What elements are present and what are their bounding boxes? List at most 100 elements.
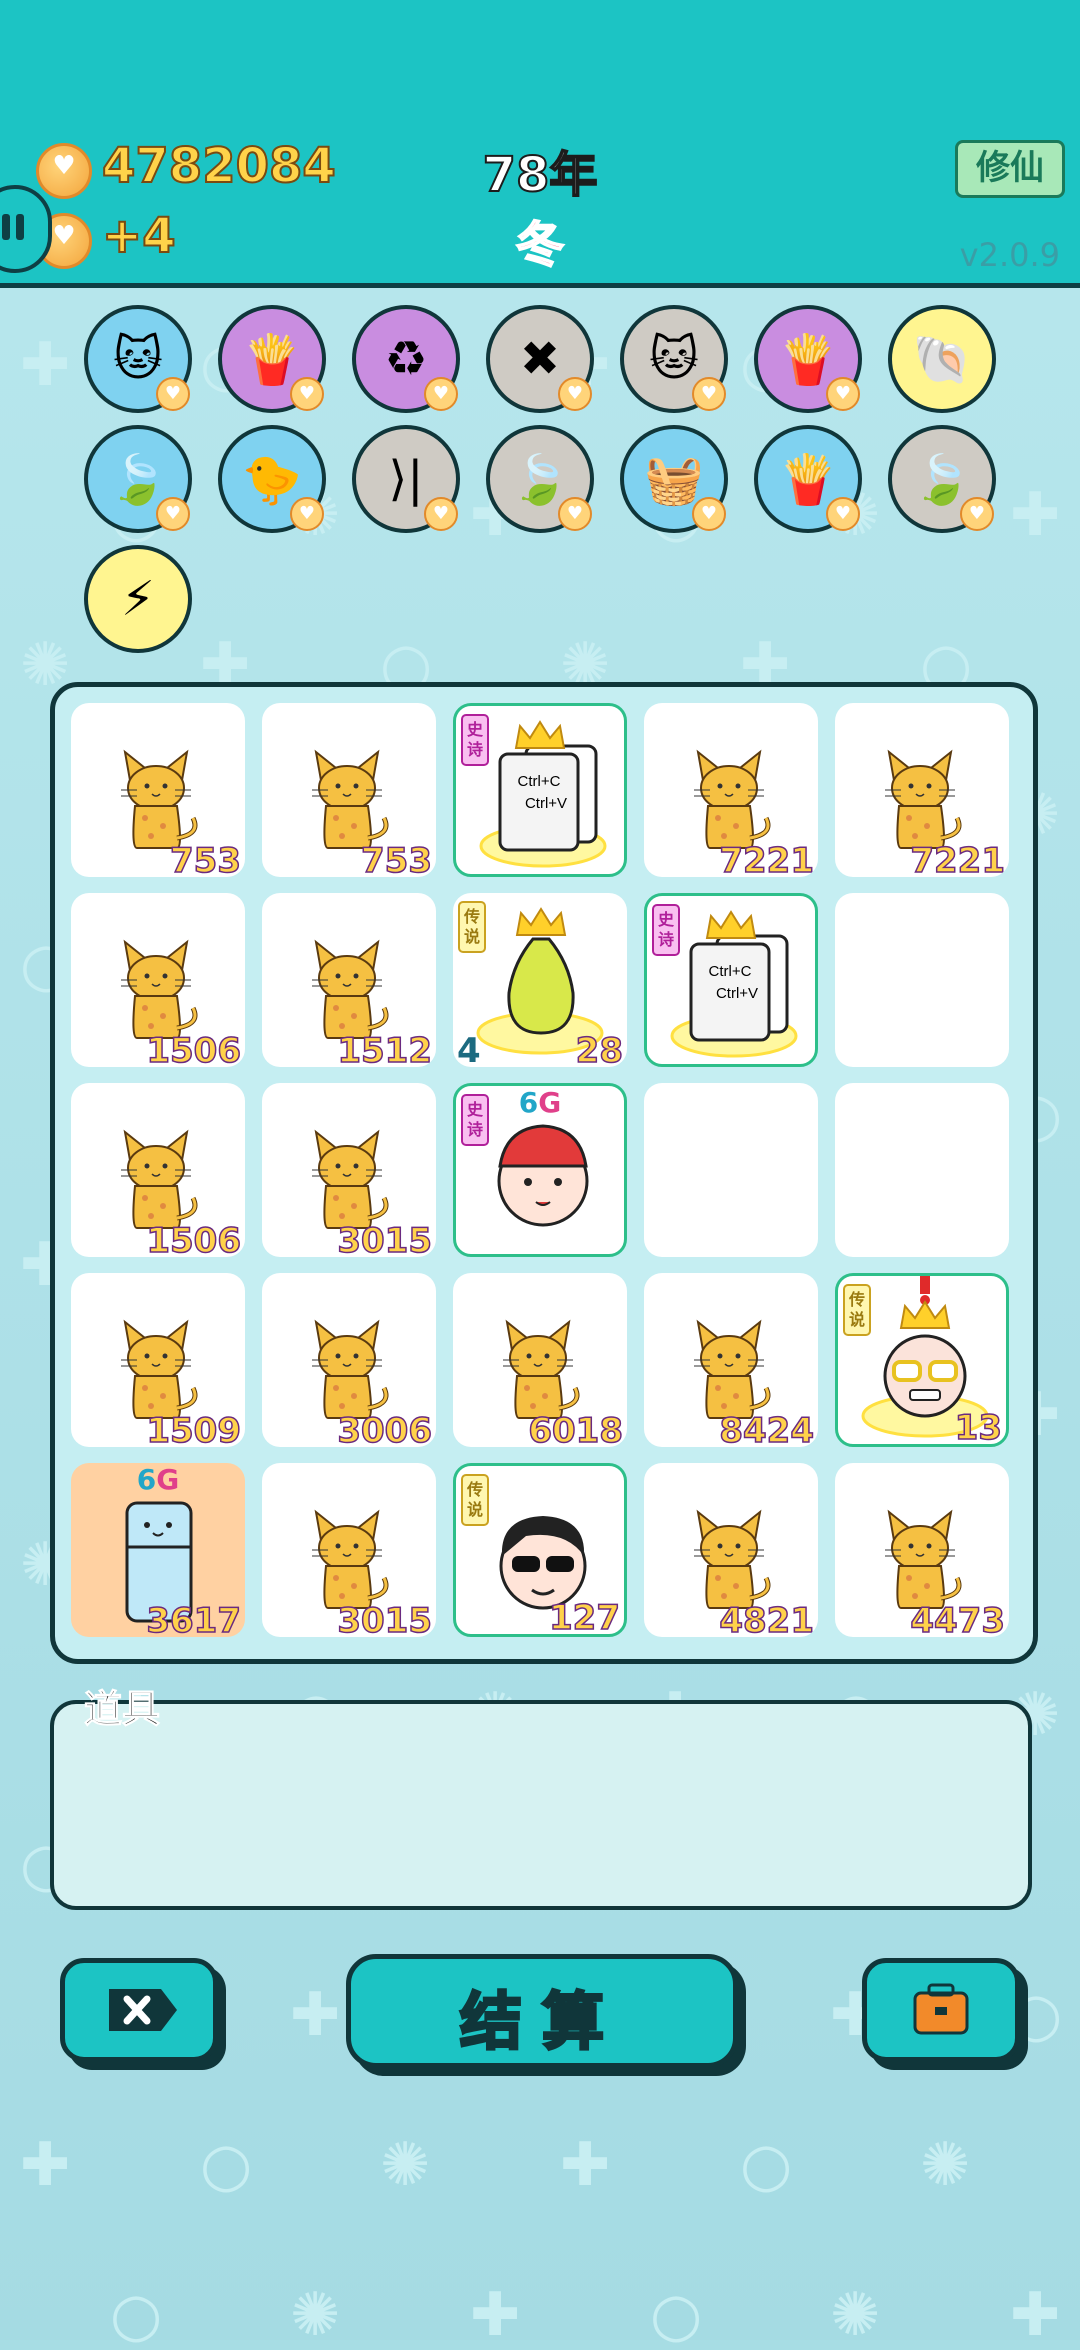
relic-slot[interactable]: 🐱 ♥ <box>620 305 728 413</box>
background-decoration: ✚ <box>20 330 71 400</box>
6g-badge: 6G <box>518 1086 562 1119</box>
relic-slot[interactable]: 🍟 ♥ <box>754 425 862 533</box>
pause-icon <box>2 214 10 240</box>
board-cell[interactable]: 3015 <box>262 1083 436 1257</box>
leaf-icon: 🍃 <box>510 451 570 508</box>
board-cell[interactable]: 4821 <box>644 1463 818 1637</box>
heart-badge-icon: ♥ <box>960 497 994 531</box>
background-decoration: ✚ <box>560 2130 611 2200</box>
relic-slot[interactable]: 🧺 ♥ <box>620 425 728 533</box>
rarity-tag: 史诗 <box>652 904 680 956</box>
background-decoration: ✚ <box>1010 480 1061 550</box>
cat-icon <box>121 939 198 1039</box>
board-cell[interactable]: 史诗 6G <box>453 1083 627 1257</box>
board-cell[interactable]: Ctrl+C Ctrl+V 史诗 <box>453 703 627 877</box>
relic-slot[interactable]: 🐤 ♥ <box>218 425 326 533</box>
rarity-tag: 传说 <box>461 1474 489 1526</box>
cell-value: 753 <box>169 840 241 877</box>
relic-slot[interactable]: 🍃 ♥ <box>888 425 996 533</box>
leaf-icon: 🍃 <box>108 451 168 508</box>
relic-slot[interactable]: 🍟 ♥ <box>218 305 326 413</box>
settle-label: 结算 <box>458 1984 624 2060</box>
cat-icon <box>312 1509 389 1609</box>
heart-badge-icon: ♥ <box>424 377 458 411</box>
delete-tag-icon: ✖ <box>519 331 561 387</box>
board-cell[interactable]: 1512 <box>262 893 436 1067</box>
cat-icon <box>312 1319 389 1419</box>
board-cell <box>835 1083 1009 1257</box>
fries-icon: 🍟 <box>778 451 838 508</box>
relic-slot[interactable]: ✖ ♥ <box>486 305 594 413</box>
background-decoration: ✚ <box>290 1980 341 2050</box>
board-cell[interactable]: 753 <box>71 703 245 877</box>
cell-value: 753 <box>360 840 432 877</box>
cell-value: 13 <box>954 1407 1003 1447</box>
board-cell[interactable]: 传说 4 28 <box>453 893 627 1067</box>
cell-value: 6018 <box>528 1410 624 1447</box>
backpack-button[interactable] <box>862 1958 1020 2062</box>
settle-button[interactable]: 结算 <box>346 1954 738 2068</box>
heart-badge-icon: ♥ <box>692 497 726 531</box>
relic-slot[interactable]: 🍃 ♥ <box>84 425 192 533</box>
background-decoration: ✺ <box>380 2130 431 2200</box>
board-cell[interactable]: 8424 <box>644 1273 818 1447</box>
board-cell[interactable]: 6018 <box>453 1273 627 1447</box>
board-cell[interactable]: 1509 <box>71 1273 245 1447</box>
board-cell[interactable]: 传说 13 <box>835 1273 1009 1447</box>
close-tag-icon <box>109 1989 177 2031</box>
copy-text-line1: Ctrl+C <box>518 773 561 790</box>
board-cell[interactable]: Ctrl+C Ctrl+V 史诗 <box>644 893 818 1067</box>
year-label: 78年 <box>482 146 599 204</box>
shell-icon: 🐚 <box>912 331 972 388</box>
fruit-basket-icon: 🧺 <box>644 451 704 508</box>
slot-board: 753 753 Ctrl+C Ctrl+V 史诗 7221 7221 1506 1512 传说 4 2… <box>50 682 1038 1664</box>
board-cell[interactable]: 1506 <box>71 893 245 1067</box>
board-cell[interactable]: 传说 127 <box>453 1463 627 1637</box>
relic-slot[interactable]: 🍃 ♥ <box>486 425 594 533</box>
relic-slot[interactable]: 🐚 <box>888 305 996 413</box>
cat-icon <box>503 1319 580 1419</box>
board-cell[interactable]: 7221 <box>644 703 818 877</box>
board-cell[interactable]: 6G 3617 <box>71 1463 245 1637</box>
relic-slot[interactable]: ⚡ <box>84 545 192 653</box>
leaf-icon: 🍃 <box>912 451 972 508</box>
heart-badge-icon: ♥ <box>826 497 860 531</box>
cat-icon <box>694 1509 771 1609</box>
relic-slot[interactable]: 🍟 ♥ <box>754 305 862 413</box>
cell-value: 1512 <box>337 1030 433 1067</box>
board-cell <box>835 893 1009 1067</box>
heart-badge-icon: ♥ <box>290 497 324 531</box>
version-label: v2.0.9 <box>959 236 1060 274</box>
board-cell[interactable]: 4473 <box>835 1463 1009 1637</box>
items-panel <box>50 1700 1032 1910</box>
cat-icon <box>312 1129 389 1229</box>
xiuxian-button[interactable]: 修仙 <box>955 140 1065 198</box>
cell-value: 7221 <box>719 840 815 877</box>
board-cell[interactable]: 7221 <box>835 703 1009 877</box>
cat-icon <box>694 749 771 849</box>
cell-value: 4473 <box>910 1600 1006 1637</box>
cat-portrait-icon: 🐱 <box>112 331 164 387</box>
cat-icon <box>312 749 389 849</box>
remove-button[interactable] <box>60 1958 218 2062</box>
cell-value: 8424 <box>719 1410 815 1447</box>
board-cell[interactable]: 1506 <box>71 1083 245 1257</box>
board-cell[interactable]: 3015 <box>262 1463 436 1637</box>
cat-icon <box>121 1319 198 1419</box>
heart-badge-icon: ♥ <box>826 377 860 411</box>
background-decoration: ○ <box>740 2130 793 2200</box>
copy-text-line2: Ctrl+V <box>525 795 567 812</box>
double-cat-icon: 🐱 <box>648 331 700 387</box>
relic-slot[interactable]: ⟩| ♥ <box>352 425 460 533</box>
relic-slot[interactable]: ♻ ♥ <box>352 305 460 413</box>
heart-badge-icon: ♥ <box>558 497 592 531</box>
rarity-tag: 传说 <box>458 901 486 953</box>
board-cell[interactable]: 3006 <box>262 1273 436 1447</box>
cat-icon <box>885 1509 962 1609</box>
fries-icon: 🍟 <box>242 331 302 388</box>
relic-slot[interactable]: 🐱 ♥ <box>84 305 192 413</box>
board-cell[interactable]: 753 <box>262 703 436 877</box>
cell-value: 1509 <box>146 1410 242 1447</box>
heart-badge-icon: ♥ <box>558 377 592 411</box>
recycle-icon: ♻ <box>384 331 428 387</box>
